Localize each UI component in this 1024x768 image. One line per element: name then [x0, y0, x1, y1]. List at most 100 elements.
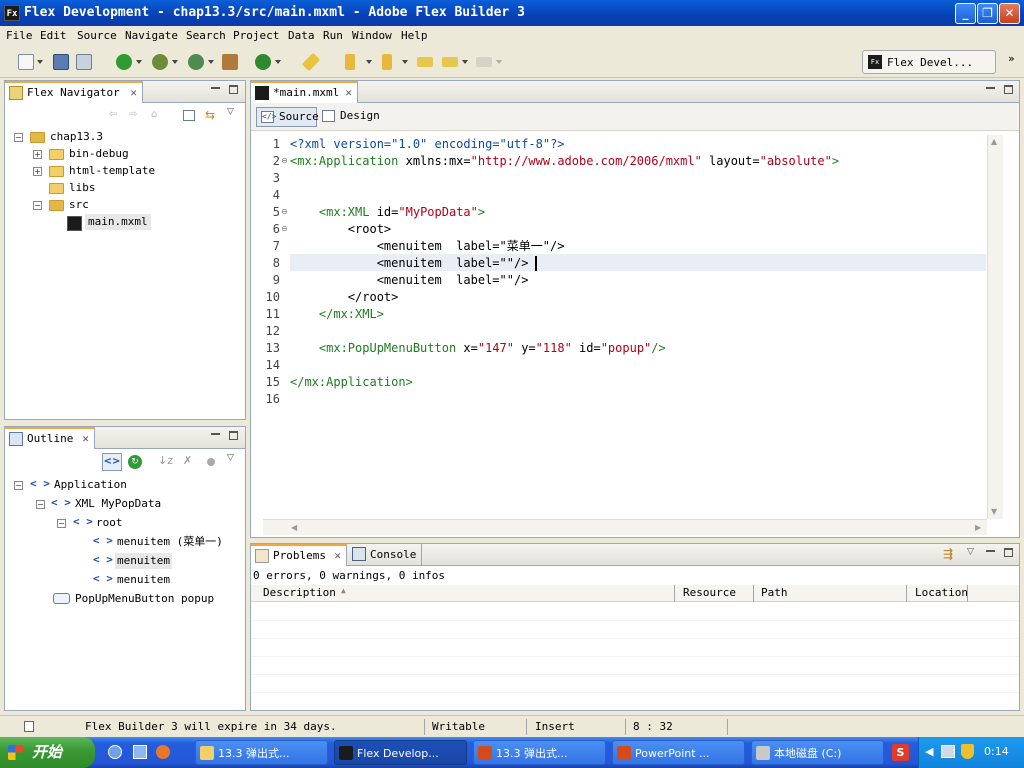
export-icon[interactable]: [222, 54, 238, 70]
minimize-icon[interactable]: [211, 431, 220, 435]
chevron-down-icon[interactable]: [136, 60, 142, 64]
outline-item-root[interactable]: root: [96, 515, 123, 531]
fold-icon[interactable]: ⊖: [281, 224, 288, 233]
firefox-icon[interactable]: [156, 745, 170, 759]
maximize-icon[interactable]: [229, 431, 238, 440]
maximize-icon[interactable]: [1004, 548, 1013, 557]
code-line-1[interactable]: <?xml version="1.0" encoding="utf-8"?>: [290, 136, 565, 153]
column-description[interactable]: Description: [263, 586, 336, 599]
maximize-icon[interactable]: [1004, 85, 1013, 94]
last-edit-icon[interactable]: [417, 57, 433, 67]
tab-problems[interactable]: Problems ✕: [251, 544, 347, 566]
menu-edit[interactable]: Edit: [40, 29, 67, 42]
flex-app-icon[interactable]: Fx: [4, 5, 20, 21]
marker-icon[interactable]: [301, 52, 321, 72]
code-line-10[interactable]: </root>: [290, 289, 399, 306]
chevron-down-icon[interactable]: [366, 60, 372, 64]
code-line-7[interactable]: <menuitem label="菜单一"/>: [290, 238, 565, 255]
code-line-15[interactable]: </mx:Application>: [290, 374, 413, 391]
ime-icon[interactable]: S: [892, 744, 909, 761]
vertical-scrollbar[interactable]: ▲ ▼: [987, 135, 1003, 519]
column-path[interactable]: Path: [761, 586, 788, 599]
code-line-5[interactable]: <mx:XML id="MyPopData">: [290, 204, 485, 221]
tray-expand-icon[interactable]: ◀: [925, 745, 933, 758]
show-desktop-icon[interactable]: [133, 745, 147, 759]
close-icon[interactable]: ✕: [334, 546, 341, 565]
minimize-icon[interactable]: [986, 548, 995, 552]
column-resource[interactable]: Resource: [683, 586, 736, 599]
collapse-all-icon[interactable]: [183, 110, 195, 121]
chevron-down-icon[interactable]: [402, 60, 408, 64]
chevron-down-icon[interactable]: [496, 60, 502, 64]
code-line-9[interactable]: <menuitem label=""/>: [290, 272, 529, 289]
task-powerpoint[interactable]: PowerPoint ...: [612, 740, 745, 765]
hide-fields-icon[interactable]: ✗: [183, 454, 192, 467]
restore-button[interactable]: ❐: [977, 3, 998, 24]
menu-navigate[interactable]: Navigate: [125, 29, 178, 42]
tab-main-mxml[interactable]: *main.mxml ✕: [251, 81, 358, 103]
chevron-down-icon[interactable]: [37, 60, 43, 64]
menu-run[interactable]: Run: [323, 29, 343, 42]
next-annotation-icon[interactable]: [345, 54, 355, 70]
more-perspectives-icon[interactable]: »: [1008, 52, 1015, 65]
debug-icon[interactable]: [152, 54, 168, 70]
code-line-2[interactable]: <mx:Application xmlns:mx="http://www.ado…: [290, 153, 839, 170]
forward-arrow-icon[interactable]: ⇨: [129, 109, 139, 120]
tree-item-html-template[interactable]: html-template: [69, 163, 155, 179]
chevron-down-icon[interactable]: [208, 60, 214, 64]
minimize-icon[interactable]: [986, 85, 995, 89]
profile-icon[interactable]: [188, 54, 204, 70]
external-tools-icon[interactable]: [255, 54, 271, 70]
back-icon[interactable]: [442, 57, 458, 67]
task-explorer-folder[interactable]: 13.3 弹出式...: [195, 740, 328, 765]
scroll-right-icon[interactable]: ▶: [975, 523, 981, 532]
menu-window[interactable]: Window: [352, 29, 392, 42]
task-local-disk[interactable]: 本地磁盘 (C:): [751, 740, 884, 765]
chevron-down-icon[interactable]: [172, 60, 178, 64]
outline-item-xml[interactable]: XML MyPopData: [75, 496, 161, 512]
chevron-down-icon[interactable]: [275, 60, 281, 64]
fast-view-icon[interactable]: [24, 721, 34, 732]
network-icon[interactable]: [941, 745, 955, 758]
ie-icon[interactable]: [108, 745, 122, 759]
view-menu-icon[interactable]: ▽: [227, 107, 234, 117]
print-icon[interactable]: [76, 54, 92, 70]
outline-item-menuitem-2[interactable]: menuitem: [115, 553, 172, 569]
menu-file[interactable]: File: [6, 29, 33, 42]
view-menu-icon[interactable]: ▽: [967, 547, 974, 557]
chevron-down-icon[interactable]: [462, 60, 468, 64]
tree-item-src[interactable]: src: [69, 197, 89, 213]
task-flex-builder[interactable]: Flex Develop...: [334, 740, 467, 765]
code-line-11[interactable]: </mx:XML>: [290, 306, 384, 323]
menu-project[interactable]: Project: [233, 29, 279, 42]
link-editor-icon[interactable]: ⇆: [205, 108, 215, 122]
design-mode-button[interactable]: Design: [318, 107, 380, 127]
tab-console[interactable]: Console: [348, 544, 422, 566]
close-icon[interactable]: ✕: [130, 83, 137, 102]
tree-item-bin-debug[interactable]: bin-debug: [69, 146, 129, 162]
tab-flex-navigator[interactable]: Flex Navigator ✕: [5, 81, 143, 103]
start-button[interactable]: 开始: [0, 737, 95, 768]
filter-icon[interactable]: ⇶: [943, 547, 953, 561]
column-location[interactable]: Location: [915, 586, 968, 599]
collapse-toggle[interactable]: −: [36, 500, 45, 509]
save-icon[interactable]: [53, 54, 69, 70]
outline-item-menuitem-3[interactable]: menuitem: [117, 572, 170, 588]
collapse-toggle[interactable]: −: [33, 201, 42, 210]
expand-toggle[interactable]: +: [33, 167, 42, 176]
code-line-13[interactable]: <mx:PopUpMenuButton x="147" y="118" id="…: [290, 340, 666, 357]
refresh-icon[interactable]: ↻: [128, 455, 142, 469]
close-button[interactable]: ✕: [999, 3, 1020, 24]
menu-search[interactable]: Search: [186, 29, 226, 42]
minimize-icon[interactable]: [211, 85, 220, 89]
scroll-down-icon[interactable]: ▼: [991, 507, 997, 516]
minimize-button[interactable]: _: [955, 3, 976, 24]
sort-icon[interactable]: ↓z: [158, 454, 173, 467]
outline-item-menuitem-1[interactable]: menuitem (菜单一): [117, 534, 223, 550]
tab-outline[interactable]: Outline ✕: [5, 427, 95, 449]
scroll-up-icon[interactable]: ▲: [991, 137, 997, 146]
up-folder-icon[interactable]: ⌂: [151, 109, 163, 121]
tree-item-libs[interactable]: libs: [69, 180, 96, 196]
code-line-8[interactable]: <menuitem label=""/>: [290, 255, 529, 272]
collapse-toggle[interactable]: −: [14, 133, 23, 142]
